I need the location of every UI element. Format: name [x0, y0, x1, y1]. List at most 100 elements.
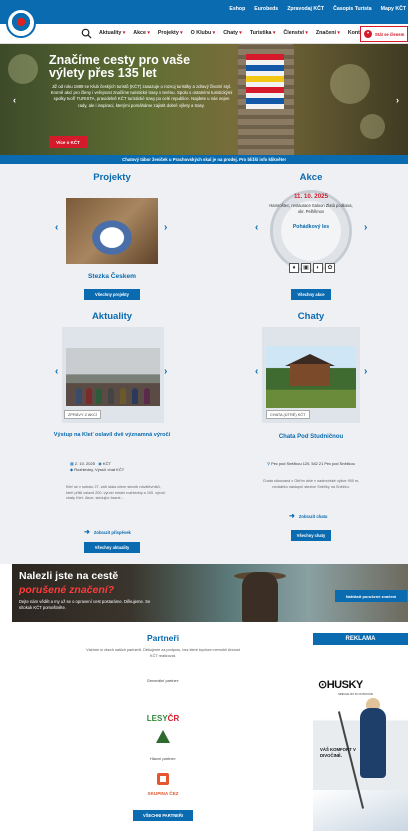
husky-logo: ⊙HUSKY [318, 679, 363, 691]
nav-znaceni[interactable]: Značení [316, 30, 340, 36]
cr-word: ČR [167, 714, 180, 723]
arrow-right-icon: ➜ [84, 529, 90, 536]
projects-next-arrow[interactable]: › [164, 222, 167, 233]
lesy-word: LESY [146, 714, 168, 723]
nav-turistika[interactable]: Turistika [250, 30, 276, 36]
event-category-icon: ◐ [313, 263, 323, 273]
news-tag[interactable]: ZPRÁVY Z AKCÍ [64, 410, 101, 419]
all-news-button[interactable]: Všechny aktuality [84, 542, 140, 553]
lesy-cr-wordmark: LESYČR [147, 714, 179, 723]
news-author: KČT [102, 461, 111, 466]
hut-more-label: Zobrazit chatu [298, 513, 328, 519]
top-link-eshop[interactable]: Eshop [229, 6, 245, 12]
news-headline[interactable]: Výstup na Kleť oslavil dvě významná výro… [50, 432, 174, 439]
hut-more-link[interactable]: ➜ Zobrazit chatu [289, 512, 328, 520]
become-member-label: Stát se členem [375, 31, 405, 37]
tree-icon [156, 730, 170, 743]
husky-tagline: SPECIALIST IN OUTDOOR [338, 692, 373, 696]
general-partner-label: Generální partner: [146, 678, 180, 683]
report-title-highlight: porušené značení? [19, 584, 115, 596]
hero-bokeh [8, 54, 38, 84]
event-date: 11. 10. 2025 [293, 193, 329, 200]
top-link-zpravodaj[interactable]: Zpravodaj KČT [287, 6, 324, 12]
main-nav: Aktuality Akce Projekty O Klubu Chaty Tu… [0, 24, 408, 44]
events-prev-arrow[interactable]: ‹ [255, 222, 258, 233]
hero-prev-arrow[interactable]: ‹ [13, 95, 16, 105]
project-caption[interactable]: Stezka Českem [62, 273, 162, 280]
report-text: Dejte nám vědět a my už se o opravení ce… [19, 599, 151, 610]
cez-name[interactable]: SKUPINA ČEZ [134, 791, 192, 796]
all-huts-button[interactable]: Všechny chaty [291, 530, 331, 541]
hero-next-arrow[interactable]: › [396, 95, 399, 105]
location-pin-icon: ⚲ [267, 461, 271, 466]
user-icon: • [364, 30, 372, 38]
top-links: Eshop Eurobeds Zpravodaj KČT Časopis Tur… [229, 6, 406, 12]
report-marking-button[interactable]: Nahlásit porušené značení [335, 590, 407, 602]
nav-clenstvi[interactable]: Členství [283, 30, 308, 36]
hut-address: ⚲ Pec pod Sněžkou 120, 542 21 Pec pod Sn… [256, 461, 366, 466]
ad-header: REKLAMA [313, 633, 408, 645]
events-title: Akce [299, 172, 323, 183]
nav-projekty[interactable]: Projekty [158, 30, 183, 36]
news-meta: ▦ 2. 10. 2025 ◉ KČT ◆ Rozhledny, Výročí … [70, 461, 170, 473]
top-link-casopis[interactable]: Časopis Turista [333, 6, 372, 12]
hero-title: Značíme cesty pro vaše výlety přes 135 l… [49, 53, 191, 80]
nav-akce[interactable]: Akce [133, 30, 150, 36]
projects-title: Projekty [93, 172, 131, 183]
ad-slogan: VÁŠ KOMFORT V DIVOČINĚ. [320, 747, 356, 758]
hut-name[interactable]: Chata Pod Studničnou [256, 434, 366, 440]
nav-aktuality[interactable]: Aktuality [99, 30, 125, 36]
huts-title: Chaty [297, 311, 325, 322]
top-link-eurobeds[interactable]: Eurobeds [254, 6, 278, 12]
event-category-icon: ✿ [325, 263, 335, 273]
news-title: Aktuality [91, 311, 133, 322]
event-category-icon: ▣ [301, 263, 311, 273]
top-link-mapy[interactable]: Mapy KČT [381, 6, 406, 12]
photo-person [76, 388, 82, 404]
news-prev-arrow[interactable]: ‹ [55, 366, 58, 377]
main-partner-label: Hlavní partner: [149, 756, 177, 761]
arrow-right-icon: ➜ [289, 513, 295, 520]
hut-tag[interactable]: CHATA (ÚTRÉ) KČT [266, 410, 310, 419]
photo-person [120, 388, 126, 404]
news-next-arrow[interactable]: › [164, 366, 167, 377]
all-events-button[interactable]: Všechny akce [291, 289, 331, 300]
project-photo[interactable] [66, 198, 158, 264]
logo-emblem [10, 12, 32, 34]
hero-text: Již od roku 1889 se Klub českých turistů… [50, 84, 233, 108]
author-icon: ◉ [98, 461, 102, 466]
huts-prev-arrow[interactable]: ‹ [255, 366, 258, 377]
news-date: 2. 10. 2025 [74, 461, 95, 466]
event-place: Hamroštec, restaurace Saloon Zlatá podko… [269, 203, 353, 214]
all-projects-button[interactable]: Všechny projekty [84, 289, 140, 300]
report-title: Nalezli jste na cestě [19, 570, 119, 582]
partners-title: Partneři [146, 633, 180, 643]
photo-person [96, 388, 102, 404]
nav-o-klubu[interactable]: O Klubu [191, 30, 216, 36]
news-category[interactable]: Rozhledny, Výročí chat KČT [74, 467, 124, 472]
cez-logo-icon[interactable] [157, 773, 169, 785]
kct-logo[interactable] [6, 8, 36, 38]
about-kct-button[interactable]: Více o KČT [49, 136, 87, 148]
photo-person [144, 388, 150, 404]
huts-next-arrow[interactable]: › [364, 366, 367, 377]
info-banner[interactable]: Chatový tábor ženiček u Prachovských ska… [0, 155, 408, 164]
top-bar: Eshop Eurobeds Zpravodaj KČT Časopis Tur… [0, 0, 408, 24]
news-photo[interactable] [66, 348, 160, 406]
news-more-link[interactable]: ➜ Zobrazit příspěvek [84, 528, 131, 536]
all-partners-button[interactable]: VŠECHNI PARTNEŘI [133, 810, 193, 821]
event-category-icon: ♦ [289, 263, 299, 273]
photo-person [86, 388, 92, 404]
event-name[interactable]: Pohádkový les [264, 224, 358, 230]
become-member-button[interactable]: • Stát se členem [360, 26, 408, 42]
search-icon[interactable] [81, 28, 92, 39]
photo-person [108, 388, 114, 404]
partners-text: Vážíme si všech našich partnerů. Děkujem… [86, 648, 240, 658]
lesy-cr-logo[interactable]: LESYČR [140, 708, 186, 743]
events-next-arrow[interactable]: › [364, 222, 367, 233]
projects-prev-arrow[interactable]: ‹ [55, 222, 58, 233]
photo-person [132, 388, 138, 404]
calendar-icon: ▦ [70, 461, 74, 466]
nav-chaty[interactable]: Chaty [223, 30, 242, 36]
news-excerpt: Kleť se v sobotu 27. září stala cílem st… [66, 485, 166, 500]
